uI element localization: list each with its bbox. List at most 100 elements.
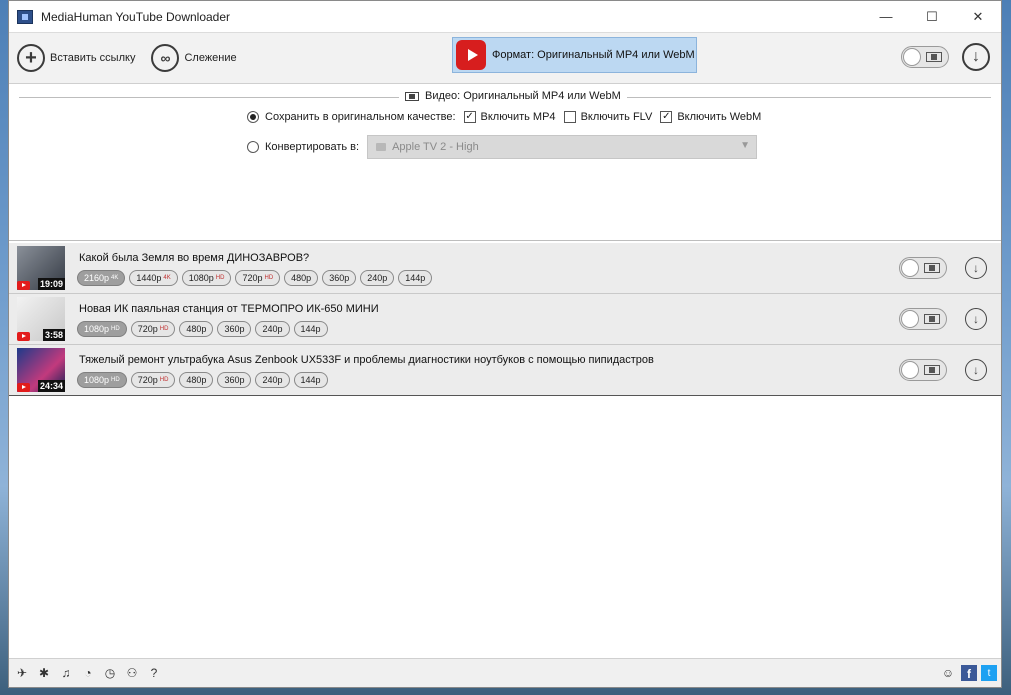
quality-chip[interactable]: 1080p HD (181, 270, 232, 286)
maximize-button[interactable]: ☐ (909, 1, 955, 32)
quality-label: 360p (224, 375, 245, 385)
toggle-knob (901, 361, 919, 379)
include-webm-label: Включить WebM (677, 111, 762, 123)
quality-badge: HD (264, 275, 274, 281)
quality-chip[interactable]: 1440p 4K (129, 270, 178, 286)
format-button[interactable]: Формат: Оригинальный MP4 или WebM (452, 37, 697, 73)
video-list: 19:09 Какой была Земля во время ДИНОЗАВРО… (9, 243, 1001, 396)
quality-label: 480p (186, 324, 207, 334)
quality-chip[interactable]: 240p (255, 372, 290, 388)
quality-chip[interactable]: 480p (179, 321, 214, 337)
quality-badge: HD (111, 377, 120, 383)
convert-preset-select[interactable]: Apple TV 2 - High ▼ (367, 135, 758, 159)
twitter-icon[interactable]: t (981, 665, 997, 681)
quality-chip[interactable]: 144p (293, 372, 328, 388)
window-title: MediaHuman YouTube Downloader (41, 9, 231, 24)
download-all-button[interactable]: ↓ (962, 43, 990, 71)
app-logo-icon (17, 9, 33, 24)
video-format-toggle[interactable] (899, 257, 947, 279)
quality-label: 360p (224, 324, 245, 334)
toggle-knob (903, 48, 921, 66)
video-item[interactable]: 3:58 Новая ИК паяльная станция от ТЕРМОПР… (9, 294, 1001, 345)
download-button[interactable]: ↓ (965, 359, 987, 381)
toggle-knob (901, 259, 919, 277)
video-item[interactable]: 24:34 Тяжелый ремонт ультрабука Asus Zenb… (9, 345, 1001, 396)
quality-label: 480p (186, 375, 207, 385)
download-video-toggle[interactable] (901, 46, 949, 68)
convert-preset-value: Apple TV 2 - High (392, 141, 479, 153)
include-flv-checkbox[interactable] (563, 111, 576, 123)
quality-chip[interactable]: 360p (217, 321, 252, 337)
quality-options: 2160p 4K 1440p 4K 1080p HD 720p HD 480p 360p 240p 1… (77, 270, 436, 286)
quality-chip[interactable]: 720p HD (130, 321, 176, 337)
quality-label: 144p (300, 324, 321, 334)
quality-chip[interactable]: 144p (398, 270, 433, 286)
tracking-label: Слежение (184, 52, 237, 64)
paste-link-label: Вставить ссылку (50, 52, 136, 64)
quality-badge: HD (159, 326, 169, 332)
quality-chip[interactable]: 360p (322, 270, 357, 286)
include-flv-label: Включить FLV (580, 111, 653, 123)
quality-chip[interactable]: 720p HD (235, 270, 281, 286)
convert-radio[interactable] (247, 141, 259, 153)
binoculars-icon: ∞ (151, 44, 180, 72)
section-title-text: Видео: Оригинальный MP4 или WebM (425, 90, 621, 102)
device-icon (376, 143, 387, 151)
minimize-button[interactable]: — (863, 1, 909, 32)
film-icon (926, 52, 942, 62)
quality-chip[interactable]: 2160p 4K (77, 270, 126, 286)
paste-link-button[interactable]: + Вставить ссылку (17, 44, 135, 72)
quality-chip[interactable]: 480p (179, 372, 214, 388)
quality-chip[interactable]: 1080p HD (77, 372, 127, 388)
title-bar: MediaHuman YouTube Downloader — ☐ ✕ (9, 1, 1001, 32)
download-button[interactable]: ↓ (965, 308, 987, 330)
include-webm-checkbox[interactable]: ✓ (660, 111, 673, 123)
music-note-icon[interactable]: ♫ (57, 664, 75, 682)
quality-chip[interactable]: 720p HD (130, 372, 176, 388)
video-title: Новая ИК паяльная станция от ТЕРМОПРО ИК… (79, 303, 379, 315)
tracking-button[interactable]: ∞ Слежение (151, 44, 237, 72)
quality-chip[interactable]: 360p (217, 372, 252, 388)
youtube-icon (456, 40, 486, 70)
quality-badge: HD (159, 377, 169, 383)
quality-chip[interactable]: 144p (293, 321, 328, 337)
status-bar: ✈ ✱ ♫ ◔ ◷ ⚇? ☺ f t (9, 658, 1001, 687)
quality-label: 144p (405, 273, 426, 283)
toggle-knob (901, 310, 919, 328)
download-button[interactable]: ↓ (965, 257, 987, 279)
quality-chip[interactable]: 240p (360, 270, 395, 286)
support-icon[interactable]: ☺ (939, 664, 957, 682)
send-icon[interactable]: ✈ (13, 664, 31, 682)
video-duration: 3:58 (42, 329, 65, 341)
quality-options: 1080p HD 720p HD 480p 360p 240p 144p (77, 372, 332, 388)
film-icon (924, 365, 940, 375)
gear-icon[interactable]: ✱ (35, 664, 53, 682)
video-duration: 24:34 (37, 380, 65, 392)
video-thumbnail: 19:09 (17, 246, 65, 290)
keep-original-radio[interactable] (247, 111, 259, 123)
video-format-toggle[interactable] (899, 359, 947, 381)
video-thumbnail: 24:34 (17, 348, 65, 392)
include-mp4-checkbox[interactable]: ✓ (463, 111, 476, 123)
format-settings-panel: Видео: Оригинальный MP4 или WebM Сохрани… (9, 84, 1001, 241)
facebook-icon[interactable]: f (961, 665, 977, 681)
clock-icon[interactable]: ◷ (101, 664, 119, 682)
format-label: Формат: Оригинальный MP4 или WebM (492, 49, 695, 61)
section-title: Видео: Оригинальный MP4 или WebM (399, 90, 627, 102)
video-item[interactable]: 19:09 Какой была Земля во время ДИНОЗАВРО… (9, 243, 1001, 294)
close-button[interactable]: ✕ (955, 1, 1001, 32)
quality-chip[interactable]: 240p (255, 321, 290, 337)
binoculars-icon[interactable]: ⚇ (123, 664, 141, 682)
quality-label: 720p (137, 324, 158, 334)
snail-icon[interactable]: ◔ (79, 664, 97, 682)
quality-chip[interactable]: 480p (284, 270, 319, 286)
youtube-icon (17, 332, 30, 341)
video-format-toggle[interactable] (899, 308, 947, 330)
video-duration: 19:09 (37, 278, 65, 290)
quality-chip[interactable]: 1080p HD (77, 321, 127, 337)
convert-label: Конвертировать в: (265, 141, 360, 153)
quality-label: 240p (262, 375, 283, 385)
film-icon (924, 314, 940, 324)
help-icon[interactable]: ? (145, 664, 163, 682)
convert-row: Конвертировать в: Apple TV 2 - High ▼ (247, 135, 758, 159)
